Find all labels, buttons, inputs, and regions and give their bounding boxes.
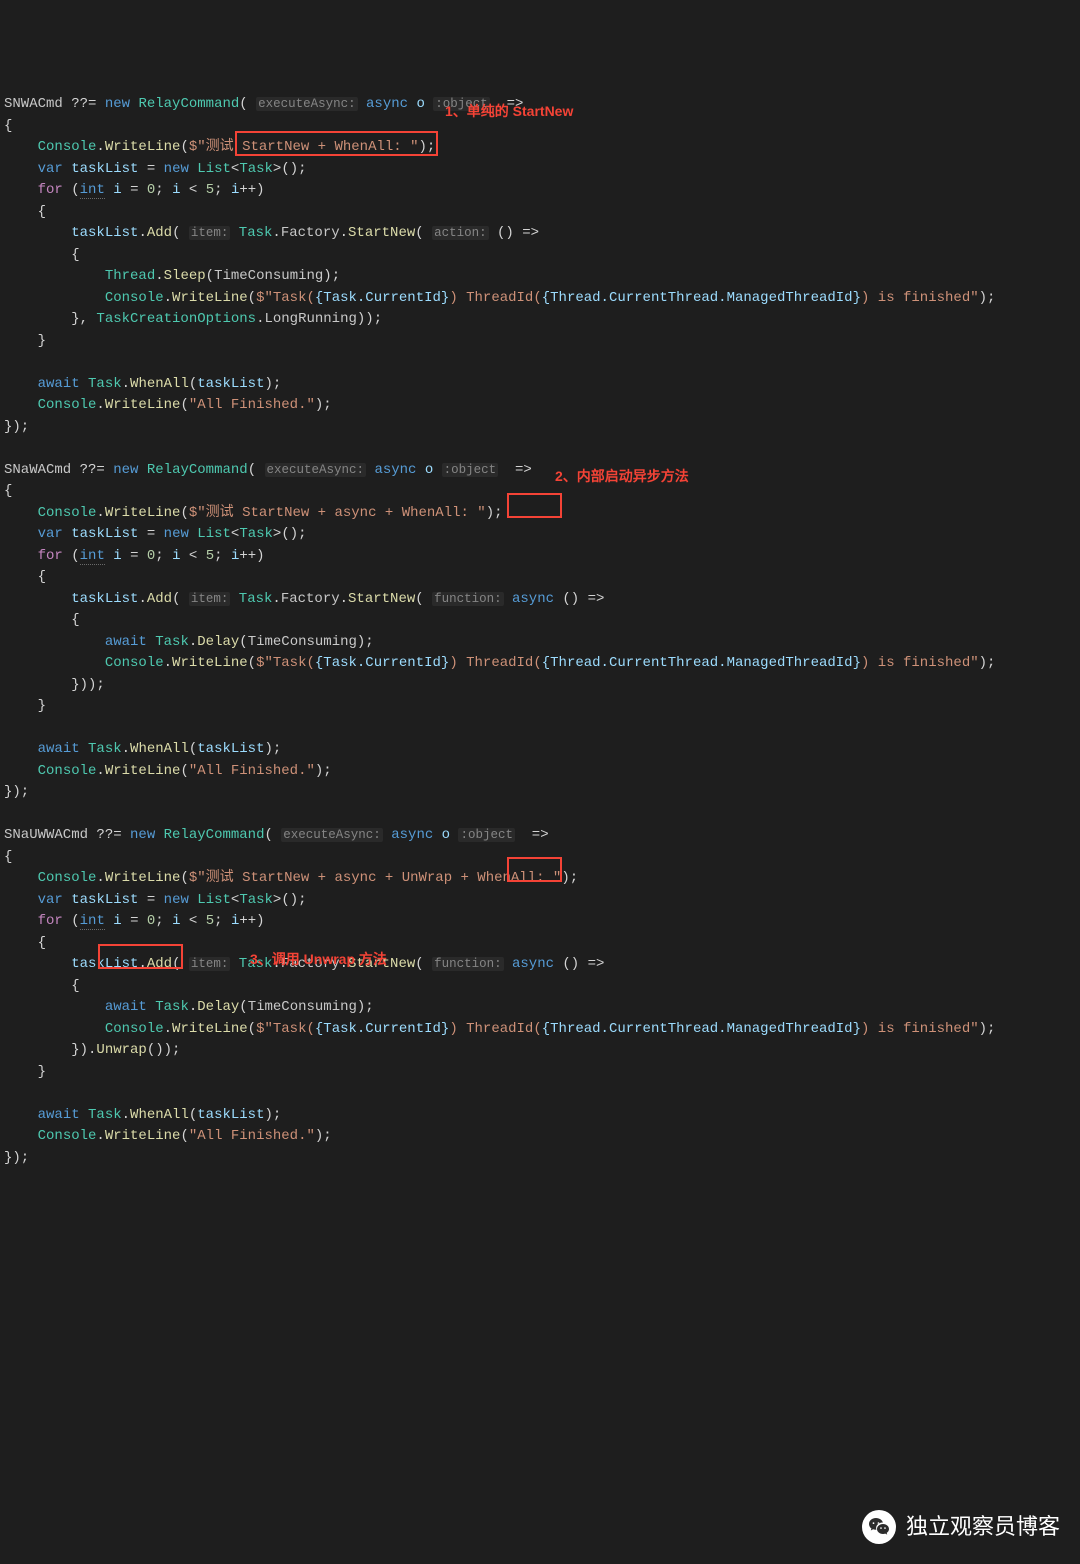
identifier: SNaUWWACmd bbox=[4, 827, 88, 843]
watermark-text: 独立观察员博客 bbox=[906, 1516, 1060, 1538]
annotation-1: 1、单纯的 StartNew bbox=[445, 101, 573, 123]
identifier: SNWACmd bbox=[4, 96, 63, 112]
highlight-box-3 bbox=[507, 857, 562, 882]
highlight-box-2 bbox=[507, 493, 562, 518]
annotation-2: 2、内部启动异步方法 bbox=[555, 466, 689, 488]
code-editor: SNWACmd ??= new RelayCommand( executeAsy… bbox=[4, 94, 1076, 1169]
annotation-3: 3、调用 Unwrap 方法 bbox=[250, 949, 387, 971]
identifier: SNaWACmd bbox=[4, 462, 71, 478]
wechat-icon bbox=[862, 1510, 896, 1544]
highlight-box-1 bbox=[235, 131, 438, 156]
watermark: 独立观察员博客 bbox=[862, 1510, 1060, 1544]
highlight-box-4 bbox=[98, 944, 183, 969]
